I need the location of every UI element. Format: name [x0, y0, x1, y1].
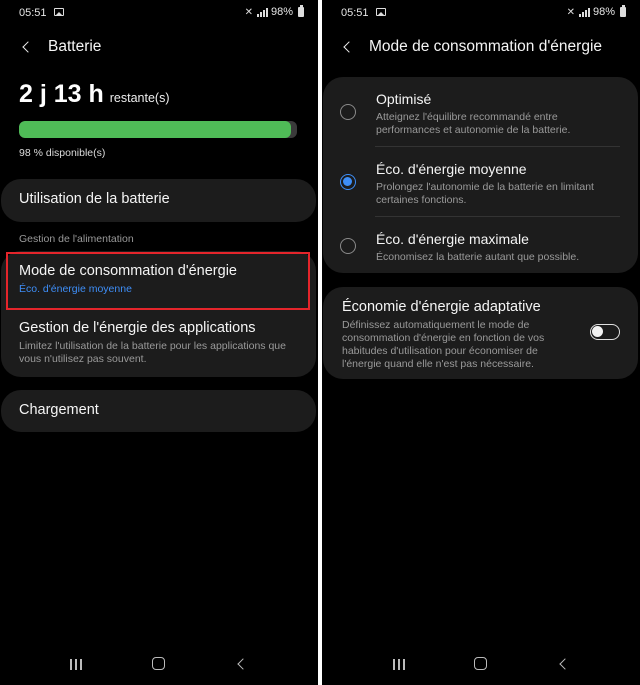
- gallery-notification-icon: [54, 8, 64, 16]
- signal-icon: [256, 7, 268, 17]
- nav-back-icon[interactable]: [558, 658, 568, 670]
- option-description: Économisez la batterie autant que possib…: [376, 251, 580, 263]
- adaptive-saving-label: Économie d'énergie adaptative: [342, 299, 541, 315]
- app-bar: Mode de consommation d'énergie: [322, 34, 640, 60]
- option-max-saving[interactable]: Éco. d'énergie maximale Économisez la ba…: [376, 231, 612, 264]
- divider: [375, 216, 620, 217]
- status-bar: 05:51 ✕ 98%: [0, 0, 318, 26]
- battery-icon: [298, 5, 304, 17]
- available-text: 98 % disponible(s): [19, 147, 106, 159]
- signal-icon: [578, 7, 590, 17]
- option-label: Optimisé: [376, 91, 432, 107]
- remaining-time: 2 j 13 h restante(s): [19, 80, 170, 109]
- nav-back-icon[interactable]: [236, 658, 246, 670]
- back-arrow-icon[interactable]: [341, 40, 355, 54]
- charging-label: Chargement: [19, 402, 99, 418]
- battery-usage-card: Utilisation de la batterie: [1, 179, 316, 222]
- remaining-value: 2 j 13 h: [19, 80, 104, 108]
- app-bar: Batterie: [0, 34, 318, 60]
- back-arrow-icon[interactable]: [20, 40, 34, 54]
- power-mode-options-card: Optimisé Atteignez l'équilibre recommand…: [323, 77, 638, 273]
- home-icon[interactable]: [474, 657, 487, 670]
- battery-percent: 98%: [592, 6, 615, 18]
- option-optimized[interactable]: Optimisé Atteignez l'équilibre recommand…: [376, 91, 612, 137]
- battery-screen: 05:51 ✕ 98% Batterie 2 j 13 h restante(s…: [0, 0, 318, 685]
- option-label: Éco. d'énergie moyenne: [376, 161, 527, 177]
- status-time: 05:51: [341, 7, 369, 19]
- option-description: Atteignez l'équilibre recommandé entre p…: [376, 111, 571, 136]
- battery-level-fill: [19, 121, 292, 138]
- option-label: Éco. d'énergie maximale: [376, 231, 529, 247]
- page-title: Mode de consommation d'énergie: [369, 38, 603, 55]
- section-title: Gestion de l'alimentation: [19, 233, 134, 245]
- battery-percent: 98%: [270, 6, 293, 18]
- adaptive-saving-card: Économie d'énergie adaptative Définissez…: [323, 287, 638, 379]
- divider: [375, 146, 620, 147]
- navigation-bar: [322, 643, 640, 685]
- highlight-box: [6, 252, 310, 310]
- radio-medium-saving[interactable]: [340, 174, 356, 190]
- recent-apps-icon[interactable]: [393, 659, 405, 670]
- battery-usage-label: Utilisation de la batterie: [19, 191, 170, 207]
- navigation-bar: [0, 643, 318, 685]
- charging-item[interactable]: Chargement: [1, 402, 316, 418]
- remaining-label: restante(s): [109, 91, 170, 105]
- option-description: Prolongez l'autonomie de la batterie en …: [376, 181, 594, 206]
- status-bar: 05:51 ✕ 98%: [322, 0, 640, 26]
- recent-apps-icon[interactable]: [70, 659, 82, 670]
- mute-icon: ✕: [244, 6, 253, 18]
- page-title: Batterie: [48, 38, 102, 55]
- gallery-notification-icon: [376, 8, 386, 16]
- power-mode-screen: 05:51 ✕ 98% Mode de consommation d'énerg…: [322, 0, 640, 685]
- mute-icon: ✕: [566, 6, 575, 18]
- radio-max-saving[interactable]: [340, 238, 356, 254]
- charging-card: Chargement: [1, 390, 316, 432]
- status-time: 05:51: [19, 7, 47, 19]
- app-power-description: Limitez l'utilisation de la batterie pou…: [19, 340, 286, 365]
- radio-optimized[interactable]: [340, 104, 356, 120]
- battery-icon: [620, 5, 626, 17]
- app-power-item[interactable]: Gestion de l'énergie des applications Li…: [1, 320, 316, 366]
- battery-usage-item[interactable]: Utilisation de la batterie: [1, 191, 316, 207]
- app-power-label: Gestion de l'énergie des applications: [19, 320, 256, 336]
- home-icon[interactable]: [152, 657, 165, 670]
- option-medium-saving[interactable]: Éco. d'énergie moyenne Prolongez l'auton…: [376, 161, 612, 207]
- battery-level-bar: [19, 121, 297, 138]
- adaptive-saving-toggle[interactable]: [590, 324, 620, 340]
- adaptive-saving-description: Définissez automatiquement le mode de co…: [342, 319, 545, 370]
